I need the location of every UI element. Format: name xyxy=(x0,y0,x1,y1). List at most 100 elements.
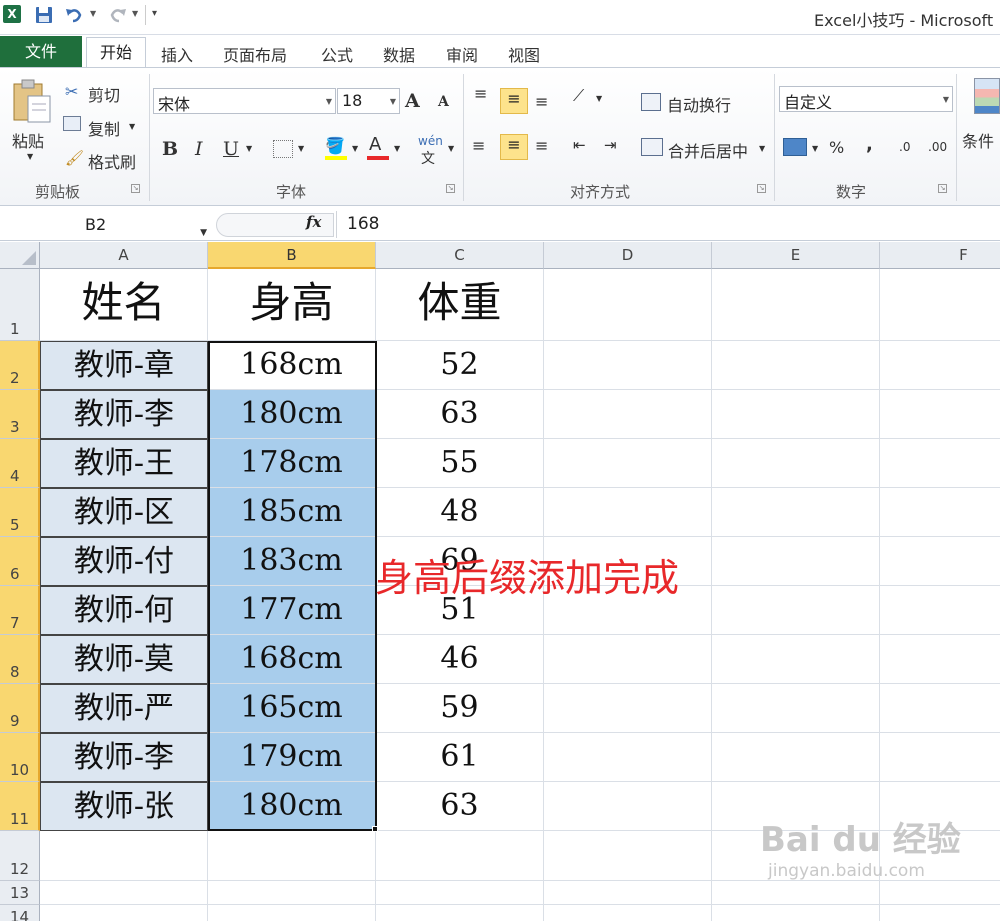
name-cell[interactable]: 教师-李 xyxy=(40,733,208,782)
borders-dropdown-icon[interactable]: ▼ xyxy=(298,144,304,153)
row-header[interactable]: 14 xyxy=(0,905,40,921)
empty-cell[interactable] xyxy=(544,269,712,341)
borders-icon[interactable] xyxy=(273,140,293,158)
empty-cell[interactable] xyxy=(712,635,880,684)
name-cell[interactable]: 教师-章 xyxy=(40,341,208,390)
height-cell[interactable]: 168cm xyxy=(208,635,376,684)
empty-cell[interactable] xyxy=(544,390,712,439)
cut-button[interactable]: 剪切 xyxy=(88,82,120,106)
increase-indent-icon[interactable]: ⇥ xyxy=(604,136,617,154)
weight-cell[interactable]: 63 xyxy=(376,782,544,831)
empty-cell[interactable] xyxy=(880,269,1000,341)
empty-cell[interactable] xyxy=(40,831,208,881)
column-header-b[interactable]: B xyxy=(208,242,376,269)
orientation-icon[interactable]: ⟋ xyxy=(573,86,584,106)
orientation-dropdown-icon[interactable]: ▼ xyxy=(596,94,602,103)
header-cell-weight[interactable]: 体重 xyxy=(376,269,544,341)
save-icon[interactable] xyxy=(34,5,54,25)
empty-cell[interactable] xyxy=(544,635,712,684)
tab-page-layout[interactable]: 页面布局 xyxy=(223,42,287,66)
empty-cell[interactable] xyxy=(376,905,544,921)
name-cell[interactable]: 教师-莫 xyxy=(40,635,208,684)
tab-view[interactable]: 视图 xyxy=(508,42,540,66)
weight-cell[interactable]: 48 xyxy=(376,488,544,537)
format-painter-button[interactable]: 格式刷 xyxy=(88,149,136,173)
empty-cell[interactable] xyxy=(544,488,712,537)
wrap-text-button[interactable]: 自动换行 xyxy=(667,92,731,116)
height-cell[interactable]: 178cm xyxy=(208,439,376,488)
paste-dropdown-icon[interactable]: ▼ xyxy=(27,152,33,161)
empty-cell[interactable] xyxy=(712,269,880,341)
row-header[interactable]: 3 xyxy=(0,390,40,439)
grow-font-icon[interactable]: A xyxy=(405,90,420,112)
merge-dropdown-icon[interactable]: ▼ xyxy=(759,144,765,153)
copy-dropdown-icon[interactable]: ▼ xyxy=(129,122,135,131)
phonetic-dropdown-icon[interactable]: ▼ xyxy=(448,144,454,153)
empty-cell[interactable] xyxy=(208,831,376,881)
column-header-a[interactable]: A xyxy=(40,242,208,269)
font-size-select[interactable]: 18 ▼ xyxy=(337,88,400,114)
font-launcher-icon[interactable]: ↘ xyxy=(446,184,455,193)
empty-cell[interactable] xyxy=(880,439,1000,488)
undo-icon[interactable] xyxy=(64,5,84,25)
alignment-launcher-icon[interactable]: ↘ xyxy=(757,184,766,193)
row-header[interactable]: 8 xyxy=(0,635,40,684)
accounting-format-icon[interactable] xyxy=(783,138,807,156)
conditional-formatting-button[interactable]: 条件 xyxy=(962,128,994,152)
fill-color-dropdown-icon[interactable]: ▼ xyxy=(352,144,358,153)
column-header-d[interactable]: D xyxy=(544,242,712,269)
empty-cell[interactable] xyxy=(544,905,712,921)
name-cell[interactable]: 教师-李 xyxy=(40,390,208,439)
empty-cell[interactable] xyxy=(880,905,1000,921)
clipboard-launcher-icon[interactable]: ↘ xyxy=(131,184,140,193)
row-header[interactable]: 5 xyxy=(0,488,40,537)
italic-button[interactable]: I xyxy=(195,138,203,160)
font-name-select[interactable]: 宋体 ▼ xyxy=(153,88,336,114)
weight-cell[interactable]: 46 xyxy=(376,635,544,684)
empty-cell[interactable] xyxy=(712,684,880,733)
number-launcher-icon[interactable]: ↘ xyxy=(938,184,947,193)
empty-cell[interactable] xyxy=(712,881,880,905)
tab-review[interactable]: 审阅 xyxy=(446,42,478,66)
cut-icon[interactable]: ✂ xyxy=(65,82,78,101)
row-header[interactable]: 9 xyxy=(0,684,40,733)
empty-cell[interactable] xyxy=(544,341,712,390)
paste-icon[interactable] xyxy=(10,76,54,124)
align-middle-icon[interactable]: ≡ xyxy=(500,88,528,114)
empty-cell[interactable] xyxy=(880,488,1000,537)
align-left-icon[interactable]: ≡ xyxy=(472,136,485,155)
increase-decimal-icon[interactable]: .0 xyxy=(899,140,910,154)
empty-cell[interactable] xyxy=(376,881,544,905)
empty-cell[interactable] xyxy=(376,831,544,881)
tab-formulas[interactable]: 公式 xyxy=(321,42,353,66)
height-cell[interactable]: 165cm xyxy=(208,684,376,733)
empty-cell[interactable] xyxy=(712,439,880,488)
empty-cell[interactable] xyxy=(712,905,880,921)
formula-input[interactable]: 168 xyxy=(336,211,1000,238)
row-header[interactable]: 7 xyxy=(0,586,40,635)
name-cell[interactable]: 教师-区 xyxy=(40,488,208,537)
empty-cell[interactable] xyxy=(880,684,1000,733)
empty-cell[interactable] xyxy=(880,635,1000,684)
empty-cell[interactable] xyxy=(712,586,880,635)
decrease-indent-icon[interactable]: ⇤ xyxy=(573,136,586,154)
empty-cell[interactable] xyxy=(880,733,1000,782)
row-header[interactable]: 1 xyxy=(0,269,40,341)
name-cell[interactable]: 教师-严 xyxy=(40,684,208,733)
empty-cell[interactable] xyxy=(880,586,1000,635)
fill-color-icon[interactable]: 🪣 xyxy=(325,136,345,155)
height-cell[interactable]: 179cm xyxy=(208,733,376,782)
align-top-icon[interactable]: ≡ xyxy=(474,84,487,103)
name-cell[interactable]: 教师-付 xyxy=(40,537,208,586)
empty-cell[interactable] xyxy=(208,905,376,921)
height-cell[interactable]: 177cm xyxy=(208,586,376,635)
header-cell-name[interactable]: 姓名 xyxy=(40,269,208,341)
shrink-font-icon[interactable]: A xyxy=(438,94,449,110)
empty-cell[interactable] xyxy=(880,390,1000,439)
name-cell[interactable]: 教师-张 xyxy=(40,782,208,831)
fill-handle[interactable] xyxy=(372,826,378,832)
conditional-formatting-icon[interactable] xyxy=(974,78,1000,114)
copy-button[interactable]: 复制 xyxy=(88,116,120,140)
row-header[interactable]: 11 xyxy=(0,782,40,831)
empty-cell[interactable] xyxy=(544,733,712,782)
